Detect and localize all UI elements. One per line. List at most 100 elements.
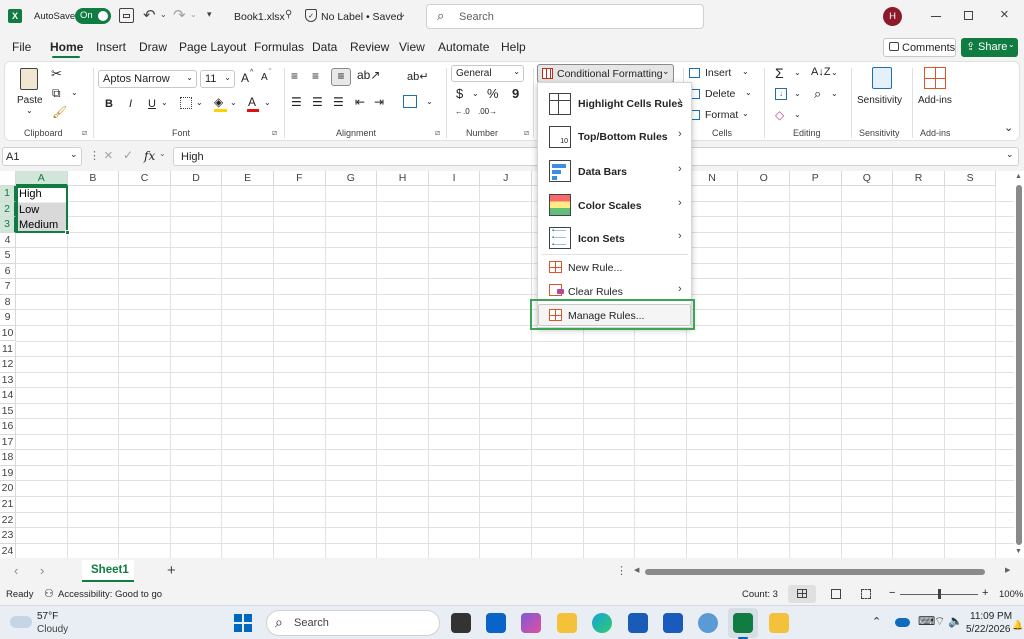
menu-item-highlight-cells-rules[interactable]: Highlight Cells Rules › [538, 88, 691, 118]
row-header-16[interactable]: 16 [0, 419, 16, 435]
add-sheet-button[interactable]: + [167, 562, 176, 579]
row-header-8[interactable]: 8 [0, 294, 16, 311]
conditional-formatting-button[interactable]: Conditional Formatting ⌄ [537, 64, 674, 83]
redo-dropdown-icon[interactable]: ⌄ [190, 10, 197, 19]
tab-review[interactable]: Review [350, 40, 389, 54]
horizontal-scroll-thumb[interactable] [645, 569, 985, 575]
tab-formulas[interactable]: Formulas [254, 40, 304, 54]
find-chevron-icon[interactable]: ⌄ [831, 89, 838, 98]
comments-button[interactable]: Comments [883, 38, 956, 57]
customize-qat-icon[interactable]: ▾ [207, 9, 212, 20]
tab-view[interactable]: View [399, 40, 425, 54]
restore-icon[interactable] [964, 11, 973, 20]
fill-chevron-icon[interactable]: ⌄ [794, 89, 801, 98]
search-box[interactable]: ⌕ Search [426, 4, 704, 29]
undo-dropdown-icon[interactable]: ⌄ [160, 10, 167, 19]
row-header-18[interactable]: 18 [0, 450, 16, 466]
save-icon[interactable] [119, 8, 134, 23]
row-header-4[interactable]: 4 [0, 232, 16, 249]
more-options-icon[interactable]: ⋮ [89, 149, 100, 162]
wifi-icon[interactable]: ⌔ [934, 614, 945, 629]
decrease-decimal-icon[interactable]: .00→ [478, 107, 497, 116]
page-break-view-icon[interactable] [861, 589, 871, 599]
column-header-n[interactable]: N [686, 171, 739, 186]
menu-item-color-scales[interactable]: Color Scales › [538, 189, 691, 219]
scroll-left-icon[interactable]: ◀ [634, 566, 639, 574]
column-header-p[interactable]: P [790, 171, 842, 186]
label-status[interactable]: No Label • Saved [321, 11, 402, 23]
row-header-24[interactable]: 24 [0, 543, 16, 558]
autosum-chevron-icon[interactable]: ⌄ [794, 68, 801, 77]
sensitivity-button[interactable]: Sensitivity [856, 65, 906, 117]
collapse-ribbon-icon[interactable]: ⌄ [1004, 121, 1013, 134]
edge-icon[interactable] [592, 613, 612, 633]
avatar[interactable]: H [883, 7, 902, 26]
font-name-select[interactable]: Aptos Narrow ⌄ [98, 70, 197, 88]
outlook-icon[interactable] [486, 613, 506, 633]
show-hidden-icons-icon[interactable]: ⌃ [872, 615, 881, 628]
scroll-up-icon[interactable]: ▲ [1015, 173, 1022, 180]
column-header-g[interactable]: G [325, 171, 378, 186]
more-options-icon[interactable]: ⋮ [616, 564, 627, 577]
column-header-q[interactable]: Q [841, 171, 894, 186]
taskbar-search[interactable]: ⌕ Search [266, 610, 440, 636]
percent-style-button[interactable]: % [487, 86, 499, 101]
column-header-r[interactable]: R [893, 171, 945, 186]
close-icon[interactable]: × [1000, 6, 1009, 23]
row-header-12[interactable]: 12 [0, 357, 16, 373]
row-header-2[interactable]: 2 [0, 201, 16, 218]
row-header-14[interactable]: 14 [0, 388, 16, 404]
file-name[interactable]: Book1.xlsx [234, 11, 285, 23]
row-header-17[interactable]: 17 [0, 434, 16, 451]
font-launcher-icon[interactable]: ⧄ [272, 128, 277, 138]
cell-a1[interactable]: High [16, 187, 42, 202]
borders-icon[interactable] [180, 97, 192, 109]
find-select-icon[interactable]: ⌕ [814, 86, 821, 102]
decrease-indent-icon[interactable]: ⇤ [355, 95, 365, 109]
clipboard-launcher-icon[interactable]: ⧄ [82, 128, 87, 138]
format-cells-button[interactable]: Format [705, 109, 738, 121]
row-header-9[interactable]: 9 [0, 310, 16, 326]
number-launcher-icon[interactable]: ⧄ [524, 128, 529, 138]
clock-date[interactable]: 5/22/2026 [966, 624, 1011, 635]
zoom-slider-thumb[interactable] [938, 589, 941, 599]
addins-button[interactable]: Add-ins [916, 65, 956, 117]
column-header-i[interactable]: I [428, 171, 481, 186]
row-header-11[interactable]: 11 [0, 341, 16, 357]
column-header-j[interactable]: J [480, 171, 532, 186]
share-button[interactable]: ⇪ Share ⌄ [961, 38, 1018, 57]
scroll-thumb[interactable] [1016, 185, 1022, 545]
fx-chevron-icon[interactable]: ⌄ [159, 149, 166, 158]
align-center-icon[interactable]: ☰ [312, 95, 323, 109]
font-color-chevron-icon[interactable]: ⌄ [264, 98, 271, 107]
zoom-out-button[interactable]: − [889, 587, 895, 599]
underline-button[interactable]: U [148, 98, 156, 110]
bold-button[interactable]: B [105, 98, 113, 110]
fill-handle[interactable] [64, 229, 70, 235]
menu-item-top-bottom-rules[interactable]: 10 Top/Bottom Rules › [538, 121, 691, 151]
number-format-select[interactable]: General ⌄ [451, 65, 524, 82]
row-header-23[interactable]: 23 [0, 528, 16, 544]
row-header-19[interactable]: 19 [0, 465, 16, 482]
clear-chevron-icon[interactable]: ⌄ [794, 110, 801, 119]
volume-icon[interactable]: 🔈 [948, 614, 963, 628]
tab-data[interactable]: Data [312, 40, 337, 54]
clear-icon[interactable]: ◇ [775, 108, 784, 122]
italic-button[interactable]: I [129, 98, 132, 110]
row-header-15[interactable]: 15 [0, 403, 16, 420]
row-header-1[interactable]: 1 [0, 186, 16, 202]
align-right-icon[interactable]: ☰ [333, 95, 344, 109]
settings-app-icon[interactable] [698, 613, 718, 633]
fill-color-icon[interactable]: ◈ [214, 95, 223, 109]
paste-button[interactable]: Paste ⌄ [15, 66, 45, 116]
menu-item-new-rule[interactable]: New Rule... [538, 257, 691, 279]
row-header-22[interactable]: 22 [0, 512, 16, 529]
zoom-level[interactable]: 100% [999, 589, 1023, 600]
sort-filter-icon[interactable]: A↓Z [811, 66, 831, 78]
fill-chevron-icon[interactable]: ⌄ [230, 98, 237, 107]
row-header-13[interactable]: 13 [0, 372, 16, 389]
column-header-d[interactable]: D [170, 171, 223, 186]
merge-center-icon[interactable] [403, 95, 417, 108]
onedrive-icon[interactable] [895, 618, 910, 627]
row-header-5[interactable]: 5 [0, 248, 16, 264]
